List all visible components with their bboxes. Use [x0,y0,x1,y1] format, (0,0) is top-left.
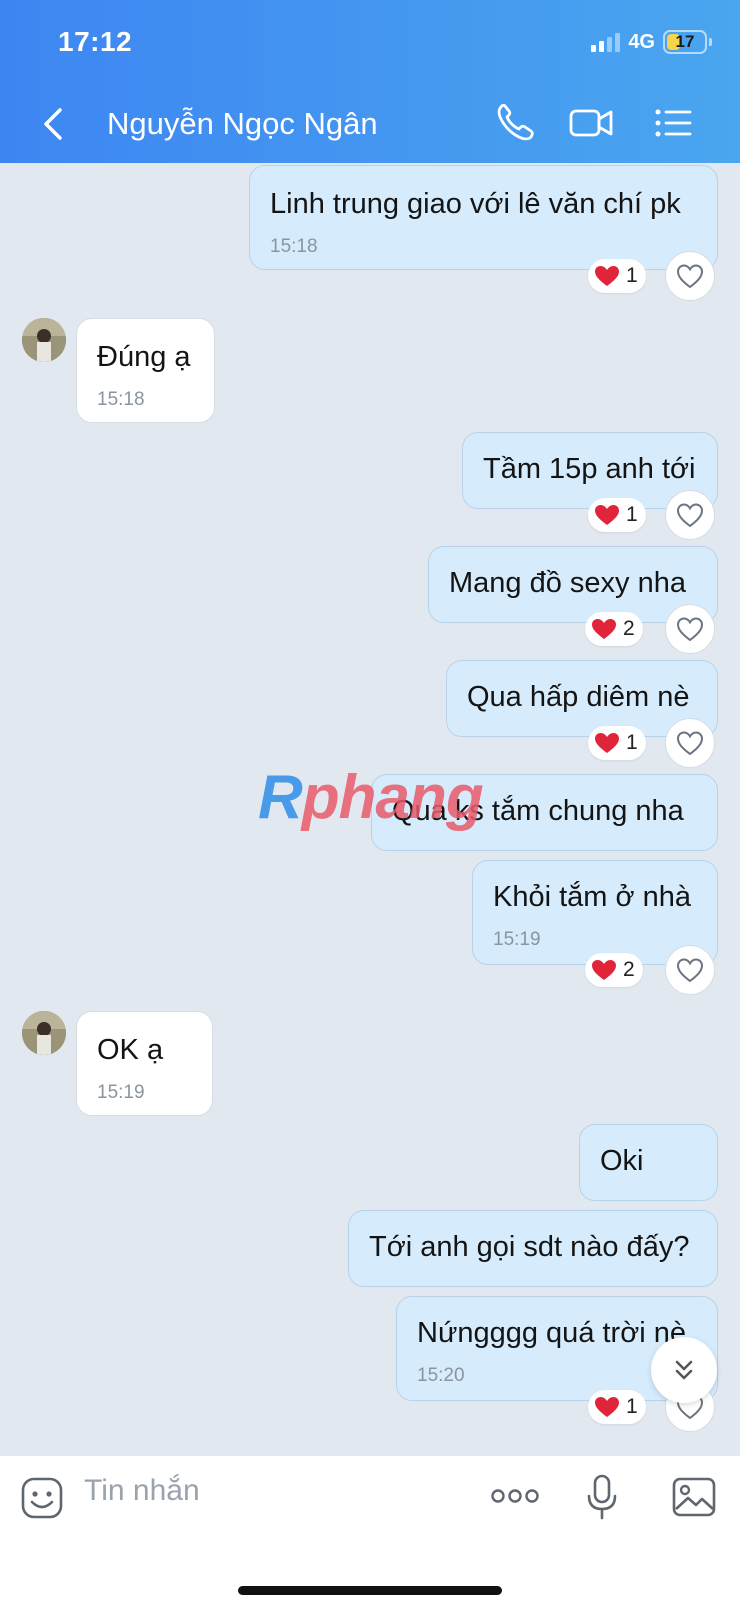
sticker-button[interactable] [20,1476,64,1520]
outgoing-message[interactable]: Linh trung giao với lê văn chí pk 15:18 [249,165,718,270]
signal-icon [591,32,621,52]
watermark-letter: R [258,763,303,832]
video-camera-icon [569,109,613,137]
react-heart-button[interactable] [665,604,715,654]
smiley-sticker-icon [21,1477,63,1519]
message-time: 15:18 [97,389,145,410]
message-text: OK ạ [97,1034,164,1066]
heart-filled-icon [595,266,619,286]
reaction-count: 1 [626,1395,638,1418]
video-call-button[interactable] [568,102,614,144]
contact-name[interactable]: Nguyễn Ngọc Ngân [107,106,378,142]
message-time: 15:18 [270,236,318,257]
network-type: 4G [628,30,655,53]
reaction-count: 1 [626,503,638,526]
react-heart-button[interactable] [665,490,715,540]
reaction-count: 2 [623,617,635,640]
heart-outline-icon [676,731,704,756]
reaction-badge[interactable]: 1 [588,498,646,532]
avatar-photo [22,318,66,362]
heart-filled-icon [595,505,619,525]
heart-filled-icon [592,619,616,639]
phone-icon [497,103,534,141]
message-text: Tầm 15p anh tới [483,453,696,485]
chat-options-button[interactable] [652,102,698,144]
send-image-button[interactable] [671,1476,717,1518]
more-options-button[interactable] [490,1486,540,1506]
reaction-badge[interactable]: 1 [588,1390,646,1424]
heart-outline-icon [676,958,704,983]
heart-outline-icon [676,264,704,289]
status-time: 17:12 [58,26,133,57]
microphone-icon [587,1474,617,1520]
reaction-badge[interactable]: 1 [588,259,646,293]
chevron-left-icon [44,108,62,140]
reaction-count: 1 [626,731,638,754]
status-indicators: 4G 17 [591,30,712,54]
react-heart-button[interactable] [665,718,715,768]
reaction-badge[interactable]: 2 [585,612,643,646]
react-heart-button[interactable] [665,945,715,995]
reaction-count: 2 [623,958,635,981]
more-dots-icon [491,1489,539,1503]
double-chevron-down-icon [675,1360,693,1380]
incoming-message[interactable]: Đúng ạ 15:18 [76,318,215,423]
voice-call-button[interactable] [492,102,538,144]
watermark-word: phang [301,763,484,832]
heart-filled-icon [592,960,616,980]
heart-outline-icon [676,617,704,642]
contact-avatar[interactable] [22,1011,66,1055]
heart-outline-icon [676,503,704,528]
message-text: Tới anh gọi sdt nào đấy? [369,1231,690,1263]
battery-level: 17 [675,32,695,51]
message-text: Mang đồ sexy nha [449,567,686,599]
battery-icon: 17 [663,30,707,54]
react-heart-button[interactable] [665,251,715,301]
message-text: Linh trung giao với lê văn chí pk [270,188,681,220]
outgoing-message[interactable]: Tới anh gọi sdt nào đấy? [348,1210,718,1287]
voice-message-button[interactable] [585,1474,619,1520]
reaction-badge[interactable]: 1 [588,726,646,760]
avatar-photo [22,1011,66,1055]
image-gallery-icon [672,1477,716,1517]
message-time: 15:20 [417,1365,465,1386]
incoming-message[interactable]: OK ạ 15:19 [76,1011,213,1116]
message-text: Khỏi tắm ở nhà [493,881,691,913]
chat-header: 17:12 4G 17 Nguyễn Ngọc Ngân [0,0,740,163]
message-time: 15:19 [493,929,541,950]
reaction-badge[interactable]: 2 [585,953,643,987]
message-time: 15:19 [97,1082,145,1103]
message-text: Nứngggg quá trời nè [417,1317,686,1349]
scroll-to-bottom-button[interactable] [651,1337,717,1403]
contact-avatar[interactable] [22,318,66,362]
message-text: Oki [600,1145,644,1177]
back-button[interactable] [36,104,70,144]
list-menu-icon [655,109,692,137]
home-indicator [238,1586,502,1595]
heart-filled-icon [595,733,619,753]
message-input[interactable] [84,1474,464,1508]
message-text: Qua hấp diêm nè [467,681,690,713]
reaction-count: 1 [626,264,638,287]
heart-filled-icon [595,1397,619,1417]
message-input-bar [0,1455,740,1600]
watermark-logo: Rphang [258,762,484,833]
outgoing-message[interactable]: Oki [579,1124,718,1201]
message-text: Đúng ạ [97,341,191,373]
